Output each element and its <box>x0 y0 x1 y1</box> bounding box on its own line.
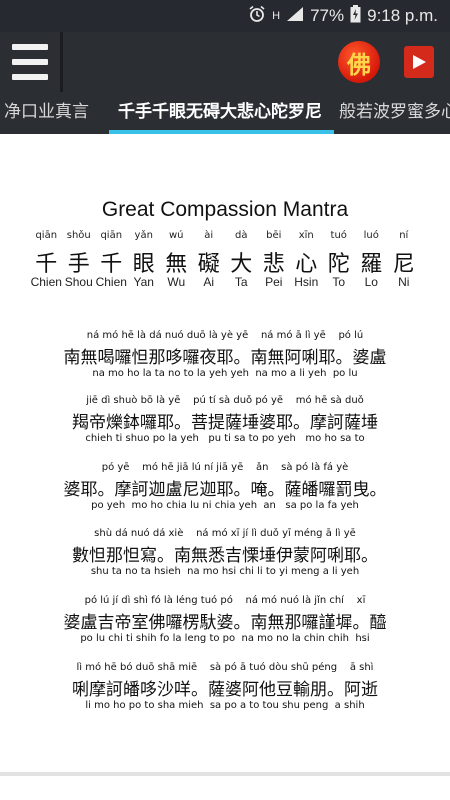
romanization: Yan <box>133 275 154 289</box>
battery-charging-icon <box>350 4 361 28</box>
pinyin: ài <box>204 230 214 241</box>
verse-2-hanzi: 羯帝爍鉢囉耶。菩提薩埵婆耶。摩訶薩埵 <box>72 413 378 433</box>
hanzi: 手 <box>67 252 90 277</box>
pinyin: shǒu <box>66 230 91 241</box>
hanzi: 大 <box>230 252 253 277</box>
verse-4-hanzi: 數怛那怛寫。南無悉吉慄埵伊蒙阿唎耶。 <box>72 546 378 566</box>
header-english-row: Chien Shou Chien Yan Wu Ai Ta Pei Hsin T… <box>30 275 420 289</box>
hanzi: 千 <box>100 252 123 277</box>
verse-6-pinyin: lì mó hē bó duō shā miē sà pó ā tuó dòu … <box>76 662 374 673</box>
verse-3-pinyin: pó yē mó hē jiā lú ní jiā yē ǎn sà pó là… <box>101 462 349 473</box>
romanization: Lo <box>364 275 378 289</box>
pinyin: yǎn <box>134 230 153 241</box>
page-title: Great Compassion Mantra <box>101 198 349 221</box>
romanization: To <box>332 275 346 289</box>
hanzi: 尼 <box>392 252 415 277</box>
hanzi: 羅 <box>360 252 383 277</box>
verse-5-romanization: po lu chi ti shih fo la leng to po na mo… <box>80 633 370 644</box>
hanzi: 心 <box>295 252 318 277</box>
pinyin: wú <box>168 230 184 241</box>
app-toolbar: 佛 <box>0 32 450 92</box>
hanzi: 眼 <box>132 252 155 277</box>
play-button[interactable] <box>404 46 434 78</box>
tab-great-compassion[interactable]: 千手千眼无碍大悲心陀罗尼 <box>118 92 322 134</box>
romanization: Shou <box>64 275 93 289</box>
buddha-button[interactable]: 佛 <box>338 41 380 83</box>
romanization: Ni <box>398 275 410 289</box>
header-pinyin-row: qiān shǒu qiān yǎn wú ài dà bēi xīn tuó … <box>30 230 420 241</box>
tab-purify-mouth[interactable]: 净口业真言 <box>4 92 89 134</box>
verse-6-romanization: li mo ho po to sha mieh sa po a to tou s… <box>85 700 365 711</box>
pinyin: ní <box>399 230 409 241</box>
verse-6-hanzi: 唎摩訶皤哆沙咩。薩婆阿他豆輸朋。阿逝 <box>72 680 378 700</box>
romanization: Hsin <box>294 275 319 289</box>
verse-1-hanzi: 南無喝囉怛那哆囉夜耶。南無阿唎耶。婆盧 <box>63 348 387 368</box>
pinyin: xīn <box>298 230 314 241</box>
romanization: Ta <box>234 275 248 289</box>
verse-5-pinyin: pó lú jí dì shì fó là léng tuó pó ná mó … <box>84 595 366 606</box>
verse-5-hanzi: 婆盧吉帝室佛囉楞馱婆。南無那囉謹墀。醯 <box>63 613 387 633</box>
status-bar: H 77% 9:18 p.m. <box>0 0 450 32</box>
network-type-indicator: H <box>272 9 281 22</box>
menu-icon-bar <box>12 44 48 50</box>
romanization: Wu <box>167 275 186 289</box>
signal-icon <box>286 6 304 27</box>
verse-2-pinyin: jiē dì shuò bō là yē pú tí sà duǒ pó yē … <box>86 395 364 406</box>
hanzi: 陀 <box>327 252 350 277</box>
hanzi: 千 <box>35 252 58 277</box>
tab-bar: 净口业真言 千手千眼无碍大悲心陀罗尼 般若波罗蜜多心 <box>0 92 450 134</box>
pinyin: dà <box>235 230 248 241</box>
verse-3-hanzi: 婆耶。摩訶迦盧尼迦耶。唵。薩皤囉罰曳。 <box>63 480 387 500</box>
verse-1-pinyin: ná mó hē là dá nuó duō là yè yē ná mó ā … <box>86 330 364 341</box>
pinyin: qiān <box>100 230 123 241</box>
play-icon <box>413 55 426 69</box>
header-hanzi-row: 千 手 千 眼 無 礙 大 悲 心 陀 羅 尼 <box>30 246 420 278</box>
tab-heart-sutra[interactable]: 般若波罗蜜多心 <box>339 92 450 134</box>
pinyin: qiān <box>35 230 58 241</box>
verse-3-romanization: po yeh mo ho chia lu ni chia yeh an sa p… <box>91 500 359 511</box>
verse-1-romanization: na mo ho la ta no to la yeh yeh na mo a … <box>92 368 358 379</box>
pinyin: luó <box>363 230 379 241</box>
verse-4-pinyin: shù dá nuó dá xiè ná mó xī jí lì duǒ yī … <box>94 528 356 539</box>
romanization: Chien <box>30 275 62 289</box>
romanization: Chien <box>95 275 127 289</box>
pinyin: bēi <box>266 230 282 241</box>
menu-button[interactable] <box>6 40 54 84</box>
romanization: Pei <box>265 275 283 289</box>
romanization: Ai <box>203 275 215 289</box>
battery-percent: 77% <box>310 6 345 25</box>
bottom-divider <box>0 772 450 776</box>
pinyin: tuó <box>330 230 347 241</box>
status-icons: H 77% 9:18 p.m. <box>248 0 438 32</box>
menu-icon-bar <box>12 74 48 80</box>
clock-time: 9:18 p.m. <box>367 6 438 25</box>
verse-2-romanization: chieh ti shuo po la yeh pu ti sa to po y… <box>85 433 365 444</box>
alarm-icon <box>248 5 266 28</box>
hanzi: 礙 <box>197 252 220 277</box>
hanzi: 悲 <box>262 252 285 277</box>
hanzi: 無 <box>165 252 188 277</box>
toolbar-divider <box>60 32 63 92</box>
verse-4-romanization: shu ta no ta hsieh na mo hsi chi li to y… <box>90 566 360 577</box>
menu-icon-bar <box>12 59 48 65</box>
